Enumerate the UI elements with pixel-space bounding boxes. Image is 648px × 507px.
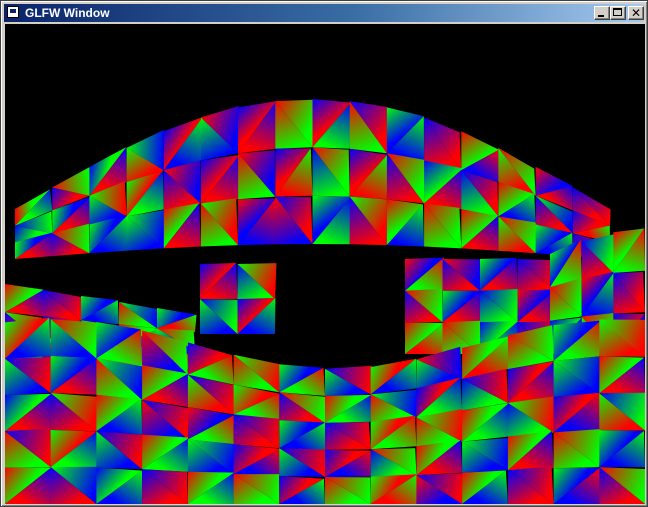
glfw-window: GLFW Window ✕ [0, 0, 648, 507]
title-bar[interactable]: GLFW Window ✕ [4, 4, 644, 22]
minimize-button[interactable] [594, 6, 610, 20]
maximize-button[interactable] [610, 6, 626, 20]
close-icon: ✕ [630, 6, 642, 20]
minimize-icon [598, 15, 604, 17]
app-window-icon[interactable] [7, 6, 19, 18]
opengl-viewport[interactable] [5, 24, 645, 504]
terrain-mesh-render [5, 24, 645, 504]
close-button[interactable]: ✕ [628, 6, 644, 20]
window-title: GLFW Window [25, 6, 110, 20]
maximize-icon [613, 8, 622, 16]
